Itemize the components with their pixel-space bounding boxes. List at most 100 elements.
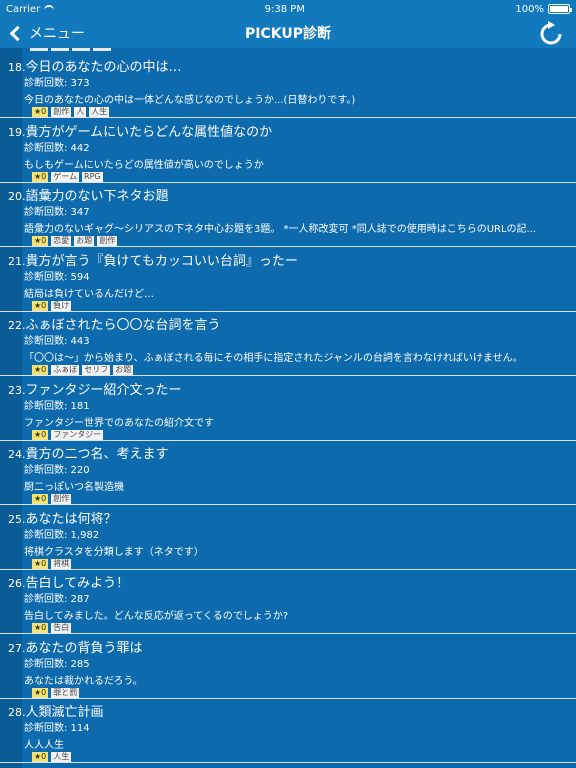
star-badge: ★0 [32,558,49,569]
item-title: 21.貴方が言う『負けてもカッコいい台詞』ったー [8,250,298,269]
item-description: ファンタジー世界でのあなたの紹介文です [24,417,214,429]
list-item[interactable]: 25.あなたは何将？ 診断回数: 1,982 将棋クラスタを分類します（ネタです） ★… [0,506,576,570]
tag-label[interactable]: 創作 [51,494,72,504]
item-description: 将棋クラスタを分類します（ネタです） [24,546,204,558]
item-title: 19.貴方がゲームにいたらどんな属性値なのか [8,121,272,140]
item-number: 27. [8,641,26,655]
tag-label[interactable]: 人生 [89,107,110,117]
status-bar: Carrier 9:38 PM 100% [0,0,576,18]
tag-label[interactable]: 告白 [51,623,72,633]
item-tags: ★0 告白 [32,623,72,633]
item-tags: ★0 負け [32,300,72,311]
tag-label[interactable]: 恋愛 [51,236,72,246]
star-badge: ★0 [32,171,49,182]
item-tags: ★0 創作人人生 [32,107,110,117]
item-tags: ★0 ゲーム RPG [32,171,103,182]
back-button[interactable]: メニュー [8,18,85,48]
refresh-button[interactable] [538,21,564,47]
star-badge: ★0 [32,236,49,246]
status-right: 100% [515,4,572,15]
item-title: 25.あなたは何将？ [8,508,117,527]
diagnosis-list[interactable]: 18.今日のあなたの心の中は… 診断回数: 373 今日のあなたの心の中は一体どんな… [0,48,576,768]
list-item[interactable]: 20.語彙力のない下ネタお題 診断回数: 347 語彙力のないギャグ～シリアスの下ネ… [0,183,576,247]
tag-label[interactable]: 創作 [51,107,72,117]
star-badge: ★0 [32,494,49,504]
item-title-text: 貴方の二つ名、考えます [25,447,169,462]
tag-label[interactable]: ゲーム [51,171,80,182]
item-description: 厨二っぽいつ名製造機 [24,482,124,493]
item-title-text: あなたの背負う罪は [25,640,143,656]
item-title-text: 語彙力のない下ネタお題 [25,189,169,204]
item-title-text: 貴方がゲームにいたらどんな属性値なのか [25,124,273,140]
item-description: 今日のあなたの心の中は一体どんな感じなのでしょうか...(日替わりです。) [24,95,356,106]
wifi-icon [44,5,55,13]
battery-icon [548,4,572,14]
item-count: 診断回数: 1,982 [24,529,100,541]
list-item[interactable]: 18.今日のあなたの心の中は… 診断回数: 373 今日のあなたの心の中は一体どんな… [0,54,576,118]
item-title: 20.語彙力のない下ネタお題 [8,185,169,204]
tag-label[interactable]: 創作 [97,236,118,246]
list-item[interactable]: 23.ファンタジー紹介文ったー 診断回数: 181 ファンタジー世界でのあなたの紹介… [0,377,576,441]
item-title: 26.告白してみよう！ [8,572,129,591]
item-number: 28. [8,706,26,719]
item-tags: ★0 創作 [32,494,72,504]
star-badge: ★0 [32,300,49,311]
star-badge: ★0 [32,429,49,440]
item-number: 24. [8,448,26,461]
tag-label[interactable]: お題 [74,236,95,246]
item-description: 告白してみました。どんな反応が返ってくるのでしょうか? [24,611,289,622]
item-count: 診断回数: 373 [24,78,90,89]
item-count: 診断回数: 114 [24,723,90,734]
carrier-label: Carrier [6,3,41,15]
item-title: 27.あなたの背負う罪は [8,637,143,656]
tag-label[interactable]: 罪と罰 [51,687,80,698]
tag-label[interactable]: 将棋 [51,558,72,569]
item-count: 診断回数: 594 [24,271,90,283]
tag-label[interactable]: ふぁぼ [51,365,80,375]
item-title-text: 貴方が言う『負けてもカッコいい台詞』ったー [25,253,298,269]
item-number: 25. [8,512,26,526]
item-number: 20. [8,190,26,203]
item-count: 診断回数: 442 [24,142,90,154]
star-badge: ★0 [32,365,49,375]
item-tags: ★0 ふぁぼ セリフ お題 [32,365,134,375]
tag-label[interactable]: お題 [113,365,134,375]
list-item[interactable]: 24.貴方の二つ名、考えます診断回数: 220 厨二っぽいつ名製造機 ★0 創作 [0,441,576,505]
item-tags: ★0 恋愛 お題 創作 [32,236,118,246]
list-item[interactable]: 21.貴方が言う『負けてもカッコいい台詞』ったー診断回数: 594 結局は負けてい… [0,248,576,312]
item-description: 「〇〇は〜」から始まり、ふぁぼされる毎にその相手に指定されたジャンルの台詞を言わ… [24,353,523,364]
list-item[interactable]: 28.人類滅亡計画診断回数: 114 人人人生 ★0 人生 [0,699,576,763]
item-title-text: 人類滅亡計画 [25,705,104,720]
item-title-text: 今日のあなたの心の中は… [25,60,182,75]
page-title: PICKUP診断 [245,26,331,42]
item-number: 18. [8,61,26,74]
item-count: 診断回数: 285 [24,658,90,670]
list-item[interactable]: 19.貴方がゲームにいたらどんな属性値なのか 診断回数: 442 もしもゲームにいた… [0,119,576,183]
back-label: メニュー [29,26,85,42]
status-left: Carrier [6,3,55,15]
item-count: 診断回数: 220 [24,465,90,476]
item-tags: ★0 人生 [32,752,72,762]
item-number: 21. [8,254,26,268]
item-title: 22.ふぁぼされたら〇〇な台詞を言う [8,314,221,333]
chevron-left-icon [9,25,26,41]
tag-label[interactable]: ファンタジー [51,429,104,440]
list-item[interactable]: 22.ふぁぼされたら〇〇な台詞を言う診断回数: 443 「〇〇は〜」から始まり、ふ… [0,312,576,376]
star-badge: ★0 [32,623,49,633]
tag-label[interactable]: 人 [74,107,87,117]
item-description: 人人人生 [24,740,64,751]
list-item[interactable]: 27.あなたの背負う罪は 診断回数: 285 あなたは裁かれるだろう。 ★0 罪と罰 [0,635,576,699]
item-title: 28.人類滅亡計画 [8,701,104,720]
item-count: 診断回数: 443 [24,336,90,347]
item-number: 22. [8,319,26,332]
refresh-icon [540,21,562,45]
list-item[interactable]: 26.告白してみよう！ 診断回数: 287 告白してみました。どんな反応が返ってくる… [0,570,576,634]
tag-label[interactable]: 人生 [51,752,72,762]
tag-label[interactable]: 負け [51,300,72,311]
item-description: 結局は負けているんだけど… [24,288,154,300]
item-title-text: ファンタジー紹介文ったー [25,382,182,398]
star-badge: ★0 [32,107,49,117]
tag-label[interactable]: RPG [82,171,103,182]
item-title: 18.今日のあなたの心の中は… [8,56,182,75]
tag-label[interactable]: セリフ [82,365,111,375]
